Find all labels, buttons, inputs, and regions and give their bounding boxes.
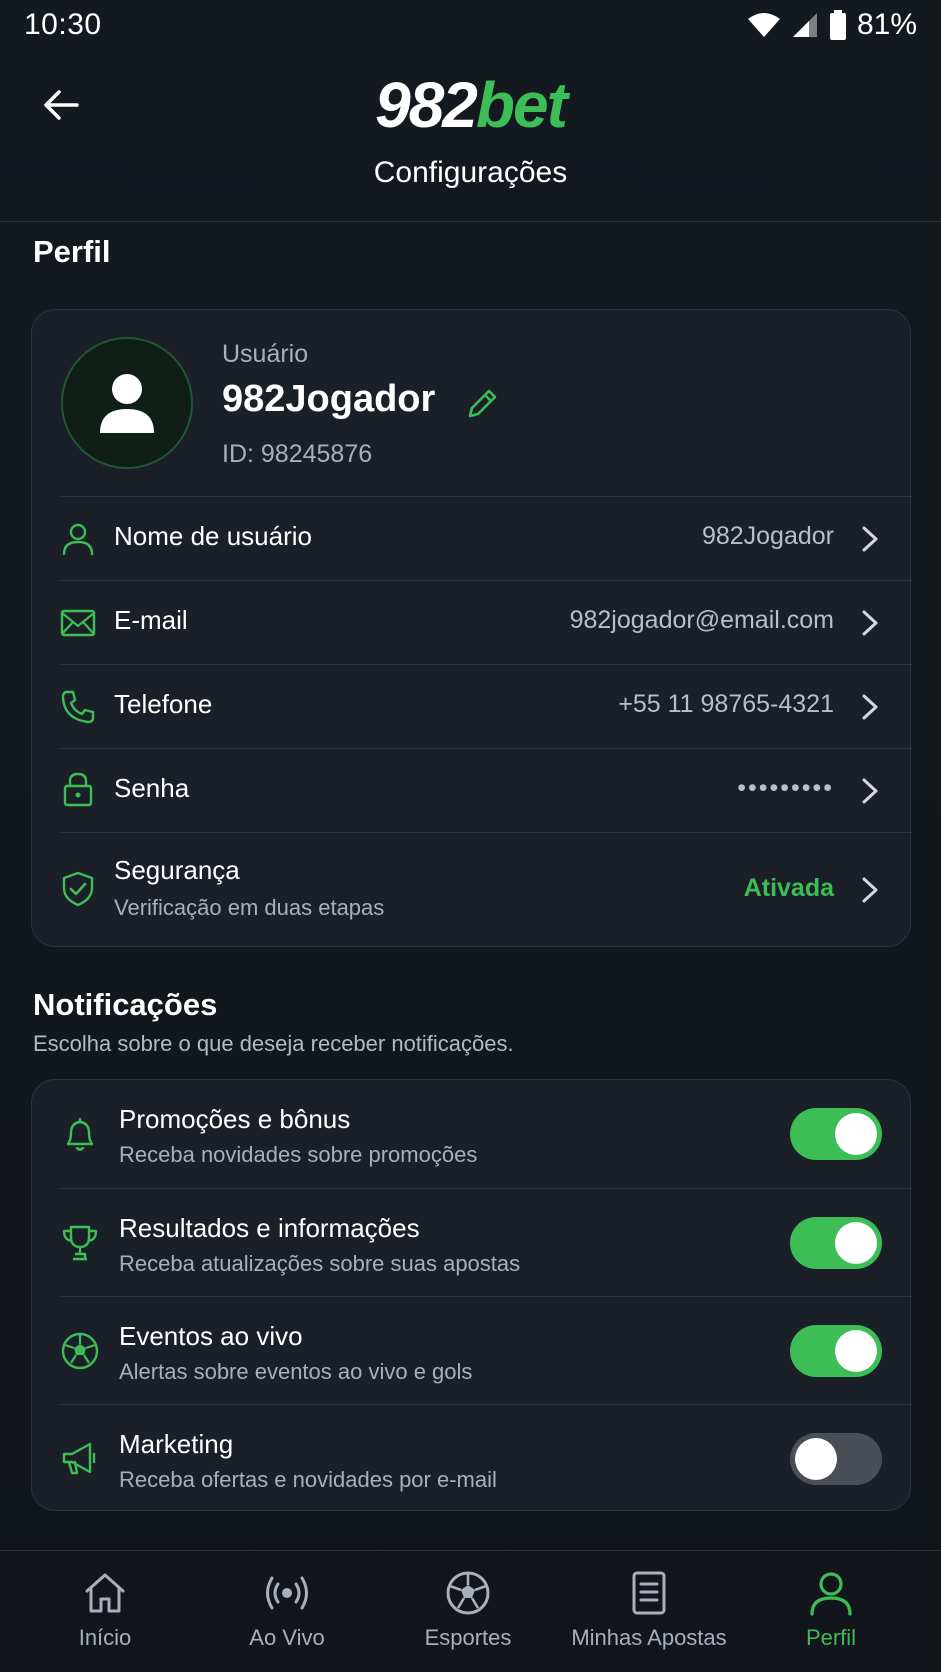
nav-item-my-bets[interactable]: Minhas Apostas — [559, 1569, 739, 1651]
row-label: Nome de usuário — [114, 521, 312, 551]
toggle-knob — [835, 1222, 877, 1264]
notification-row-marketing: Marketing Receba ofertas e novidades por… — [60, 1404, 912, 1512]
shield-check-icon — [62, 871, 94, 907]
row-label: Telefone — [114, 689, 213, 719]
live-broadcast-icon — [266, 1576, 308, 1610]
toggle-knob — [835, 1113, 877, 1155]
profile-row-security[interactable]: Segurança Verificação em duas etapas Ati… — [60, 832, 912, 946]
notification-label: Eventos ao vivo — [119, 1321, 303, 1351]
security-status: Ativada — [743, 874, 834, 902]
username-display: 982Jogador — [222, 378, 436, 420]
user-avatar-icon — [100, 374, 154, 433]
notification-sublabel: Receba novidades sobre promoções — [119, 1142, 478, 1167]
profile-row-password[interactable]: Senha ••••••••• — [60, 748, 912, 832]
notifications-card: Promoções e bônus Receba novidades sobre… — [31, 1079, 912, 1512]
phone-icon — [61, 690, 95, 724]
promotions-toggle[interactable] — [790, 1108, 882, 1160]
profile-row-email[interactable]: E-mail 982jogador@email.com — [60, 580, 912, 664]
wifi-icon — [747, 13, 780, 37]
user-id: ID: 98245876 — [222, 440, 373, 468]
nav-item-sports[interactable]: Esportes — [378, 1569, 558, 1651]
megaphone-icon — [62, 1442, 96, 1475]
chevron-right-icon — [862, 526, 878, 552]
lock-icon — [63, 772, 93, 807]
notification-label: Marketing — [119, 1429, 234, 1459]
chevron-right-icon — [862, 694, 878, 720]
nav-label: Esportes — [424, 1625, 512, 1650]
battery-percent: 81% — [856, 8, 917, 41]
soccer-ball-icon — [61, 1332, 99, 1370]
user-label: Usuário — [222, 340, 309, 368]
notification-label: Resultados e informações — [119, 1213, 420, 1243]
toggle-knob — [795, 1438, 837, 1480]
toggle-knob — [835, 1330, 877, 1372]
mail-icon — [60, 609, 96, 637]
notification-label: Promoções e bônus — [119, 1104, 351, 1134]
chevron-right-icon — [862, 610, 878, 636]
bell-icon — [66, 1117, 94, 1151]
notification-row-results: Resultados e informações Receba atualiza… — [60, 1188, 912, 1296]
row-value: 982jogador@email.com — [569, 606, 834, 634]
home-icon — [85, 1573, 125, 1613]
signal-icon — [792, 13, 817, 37]
notification-row-promotions: Promoções e bônus Receba novidades sobre… — [60, 1080, 912, 1188]
app-logo: 982bet — [375, 69, 568, 141]
row-label: Senha — [114, 773, 190, 803]
notification-sublabel: Alertas sobre eventos ao vivo e gols — [119, 1359, 473, 1384]
chevron-right-icon — [862, 877, 878, 903]
status-bar: 10:30 81% — [0, 0, 941, 52]
avatar[interactable] — [61, 337, 193, 469]
settings-screen: 10:30 81% 982bet Configurações Perfil Us… — [0, 0, 941, 1672]
profile-card: Usuário 982Jogador ID: 98245876 Nome de … — [31, 309, 912, 947]
nav-label: Minhas Apostas — [571, 1625, 727, 1650]
row-sublabel: Verificação em duas etapas — [114, 895, 385, 920]
row-value: +55 11 98765-4321 — [618, 690, 834, 718]
profile-section-title: Perfil — [33, 234, 111, 269]
page-title: Configurações — [373, 156, 568, 189]
nav-item-profile[interactable]: Perfil — [741, 1569, 921, 1651]
nav-label: Ao Vivo — [249, 1625, 325, 1650]
password-masked: ••••••••• — [737, 774, 834, 802]
nav-label: Início — [78, 1625, 132, 1650]
user-icon — [810, 1572, 852, 1616]
bet-slip-icon — [632, 1571, 666, 1615]
nav-item-home[interactable]: Início — [15, 1569, 195, 1651]
app-header: 982bet Configurações — [0, 52, 941, 222]
notification-row-live-events: Eventos ao vivo Alertas sobre eventos ao… — [60, 1296, 912, 1404]
notifications-subtitle: Escolha sobre o que deseja receber notif… — [33, 1031, 514, 1056]
notification-sublabel: Receba atualizações sobre suas apostas — [119, 1251, 521, 1276]
row-label: E-mail — [114, 605, 188, 635]
profile-row-phone[interactable]: Telefone +55 11 98765-4321 — [60, 664, 912, 748]
notifications-section-title: Notificações — [33, 987, 218, 1022]
soccer-ball-icon — [446, 1571, 490, 1615]
battery-icon — [829, 10, 846, 40]
row-label: Segurança — [114, 855, 240, 885]
row-value: 982Jogador — [701, 522, 834, 550]
profile-row-username[interactable]: Nome de usuário 982Jogador — [60, 496, 912, 580]
status-time: 10:30 — [24, 8, 102, 41]
pencil-icon[interactable] — [464, 386, 500, 422]
nav-label: Perfil — [805, 1625, 857, 1650]
status-indicators: 81% — [747, 8, 917, 42]
user-icon — [62, 523, 94, 556]
trophy-icon — [62, 1225, 98, 1261]
notification-sublabel: Receba ofertas e novidades por e-mail — [119, 1467, 497, 1492]
results-toggle[interactable] — [790, 1217, 882, 1269]
marketing-toggle[interactable] — [790, 1433, 882, 1485]
nav-item-live[interactable]: Ao Vivo — [197, 1569, 377, 1651]
bottom-navigation: Início Ao Vivo Esportes Minhas Apostas P… — [0, 1550, 941, 1672]
live-events-toggle[interactable] — [790, 1325, 882, 1377]
profile-header: Usuário 982Jogador ID: 98245876 — [32, 310, 912, 496]
chevron-right-icon — [862, 778, 878, 804]
